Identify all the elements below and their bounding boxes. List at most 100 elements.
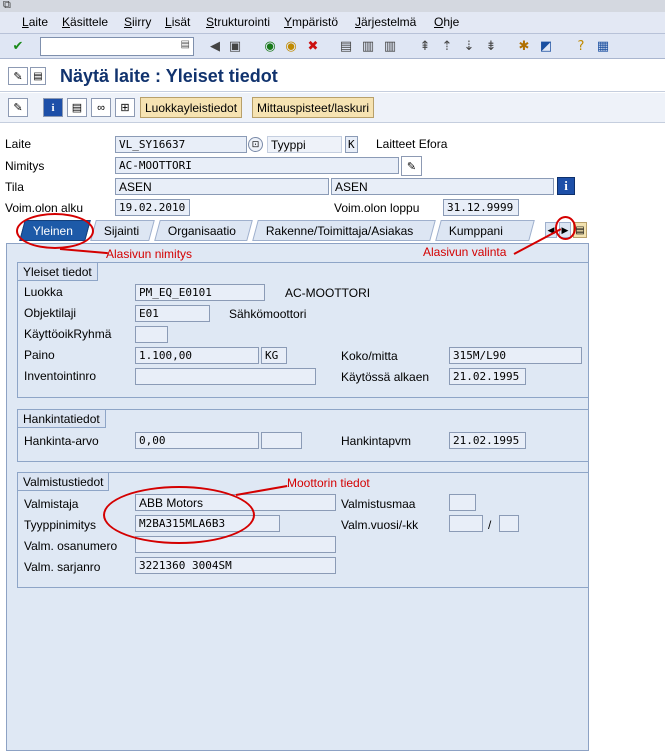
koko-field[interactable]: 315M/L90 — [449, 347, 582, 364]
osanumero-label: Valm. osanumero — [24, 539, 118, 553]
laite-field[interactable]: VL_SY16637 — [115, 136, 247, 153]
kayttooikeusryhma-label: KäyttöoikRyhmä — [24, 327, 112, 341]
inventointinro-field[interactable] — [135, 368, 316, 385]
tyyppi-text: Laitteet Efora — [376, 137, 448, 151]
class-data-button[interactable]: Luokkayleistiedot — [140, 97, 243, 118]
inventointinro-label: Inventointinro — [24, 369, 97, 383]
enter-check-icon[interactable]: ✔ — [9, 37, 27, 55]
menu-laite[interactable]: Laite — [22, 15, 48, 29]
currency-field[interactable] — [261, 432, 302, 449]
valmistusmaa-label: Valmistusmaa — [341, 497, 416, 511]
tab-sijainti[interactable]: Sijainti — [90, 220, 155, 241]
laite-detail-icon[interactable]: ⊡ — [248, 137, 263, 152]
tila-field-2[interactable]: ASEN — [331, 178, 554, 195]
valm-kk-field[interactable] — [499, 515, 519, 532]
sarjanro-field[interactable]: 3221360 3004SM — [135, 557, 336, 574]
header-section: Laite VL_SY16637 ⊡ Tyyppi K Laitteet Efo… — [0, 124, 665, 220]
menu-jarjestelma[interactable]: Järjestelmä — [355, 15, 416, 29]
menu-strukturointi[interactable]: Strukturointi — [206, 15, 270, 29]
manufacturer-title: Valmistustiedot — [18, 473, 110, 491]
hankintapvm-label: Hankintapvm — [341, 434, 412, 448]
new-session-icon[interactable]: ✱ — [515, 37, 533, 55]
general-data-title: Yleiset tiedot — [18, 263, 98, 281]
layout-menu-icon[interactable]: ▦ — [594, 37, 612, 55]
command-field[interactable]: ▤ — [40, 37, 194, 56]
general-data-group: Yleiset tiedot Luokka PM_EQ_E0101 AC-MOO… — [17, 262, 589, 398]
valmistaja-label: Valmistaja — [24, 497, 79, 511]
measuring-points-button[interactable]: Mittauspisteet/laskuri — [252, 97, 375, 118]
tila-field-1[interactable]: ASEN — [115, 178, 329, 195]
window-titlebar: ⧉ — [0, 0, 665, 12]
tila-label: Tila — [5, 180, 24, 194]
luokka-field[interactable]: PM_EQ_E0101 — [135, 284, 265, 301]
nimitys-label: Nimitys — [5, 159, 45, 173]
paino-unit-field[interactable]: KG — [261, 347, 287, 364]
koko-label: Koko/mitta — [341, 349, 398, 363]
kayttooikeusryhma-field[interactable] — [135, 326, 168, 343]
print-icon[interactable]: ▤ — [337, 37, 355, 55]
menu-ohje[interactable]: Ohje — [434, 15, 459, 29]
voim-loppu-label: Voim.olon loppu — [334, 201, 420, 215]
hankinta-arvo-field[interactable]: 0,00 — [135, 432, 259, 449]
objektilaji-label: Objektilaji — [24, 306, 77, 320]
hierarchy-icon[interactable]: ⊞ — [115, 98, 135, 117]
acquisition-group: Hankintatiedot Hankinta-arvo 0,00 Hankin… — [17, 409, 589, 462]
hankinta-arvo-label: Hankinta-arvo — [24, 434, 99, 448]
year-month-separator: / — [488, 518, 492, 532]
back-icon[interactable]: ◉ — [261, 37, 279, 55]
title-area: ✎ ▤ Näytä laite : Yleiset tiedot — [0, 60, 665, 92]
tab-select-annotation: Alasivun valinta — [423, 245, 507, 259]
tab-rakenne[interactable]: Rakenne/Toimittaja/Asiakas — [252, 220, 436, 241]
shortcut-icon[interactable]: ◩ — [537, 37, 555, 55]
right-blank-area — [589, 243, 665, 751]
binoculars-icon[interactable]: ∞ — [91, 98, 111, 117]
menu-lisat[interactable]: Lisät — [165, 15, 190, 29]
kaytossa-label: Käytössä alkaen — [341, 370, 430, 384]
find-next-icon[interactable]: ▥ — [381, 37, 399, 55]
kaytossa-field[interactable]: 21.02.1995 — [449, 368, 526, 385]
last-page-icon[interactable]: ⇟ — [482, 37, 500, 55]
menu-ymparisto[interactable]: Ympäristö — [284, 15, 338, 29]
command-history-icon[interactable]: ▤ — [181, 39, 190, 50]
info-icon[interactable]: i — [43, 98, 63, 117]
voim-alku-field[interactable]: 19.02.2010 — [115, 199, 190, 216]
motor-data-highlight-ellipse — [103, 486, 255, 544]
document-icon[interactable]: ▤ — [67, 98, 87, 117]
help-icon[interactable]: ? — [572, 37, 590, 55]
next-page-icon[interactable]: ⇣ — [460, 37, 478, 55]
find-icon[interactable]: ▥ — [359, 37, 377, 55]
paino-label: Paino — [24, 348, 55, 362]
tab-organisaatio[interactable]: Organisaatio — [154, 220, 253, 241]
voim-loppu-field[interactable]: 31.12.9999 — [443, 199, 519, 216]
objektilaji-field[interactable]: E01 — [135, 305, 210, 322]
tab-kumppani[interactable]: Kumppani — [435, 220, 535, 241]
previous-page-icon[interactable]: ⇡ — [438, 37, 456, 55]
save-icon[interactable]: ▣ — [226, 37, 244, 55]
menu-siirry[interactable]: Siirry — [124, 15, 151, 29]
hankintapvm-field[interactable]: 21.02.1995 — [449, 432, 526, 449]
luokka-text: AC-MOOTTORI — [285, 286, 371, 300]
nimitys-field[interactable]: AC-MOOTTORI — [115, 157, 399, 174]
tab-name-highlight-ellipse — [16, 213, 94, 249]
valm-vuosi-field[interactable] — [449, 515, 483, 532]
exit-icon[interactable]: ◉ — [282, 37, 300, 55]
other-object-icon[interactable]: ▤ — [30, 67, 46, 85]
cancel-icon[interactable]: ✖ — [304, 37, 322, 55]
status-info-icon[interactable]: i — [557, 177, 575, 195]
motor-data-annotation: Moottorin tiedot — [287, 476, 370, 490]
valmistusmaa-field[interactable] — [449, 494, 476, 511]
back-arrow-icon[interactable]: ◀ — [206, 37, 224, 55]
long-text-icon[interactable]: ✎ — [401, 156, 422, 176]
display-change-toggle-icon[interactable]: ✎ — [8, 67, 28, 85]
application-toolbar: ✎ i ▤ ∞ ⊞ Luokkayleistiedot Mittauspiste… — [0, 93, 665, 123]
tyyppi-field[interactable]: K — [345, 136, 358, 153]
tab-panel-yleinen: Yleiset tiedot Luokka PM_EQ_E0101 AC-MOO… — [6, 243, 589, 751]
edit-pencil-icon[interactable]: ✎ — [8, 98, 28, 117]
page-title: Näytä laite : Yleiset tiedot — [60, 66, 278, 86]
first-page-icon[interactable]: ⇞ — [416, 37, 434, 55]
tab-name-annotation: Alasivun nimitys — [106, 247, 193, 261]
paino-field[interactable]: 1.100,00 — [135, 347, 259, 364]
tyyppinimitys-label: Tyyppinimitys — [24, 518, 97, 532]
menu-kasittele[interactable]: Käsittele — [62, 15, 108, 29]
sarjanro-label: Valm. sarjanro — [24, 560, 101, 574]
